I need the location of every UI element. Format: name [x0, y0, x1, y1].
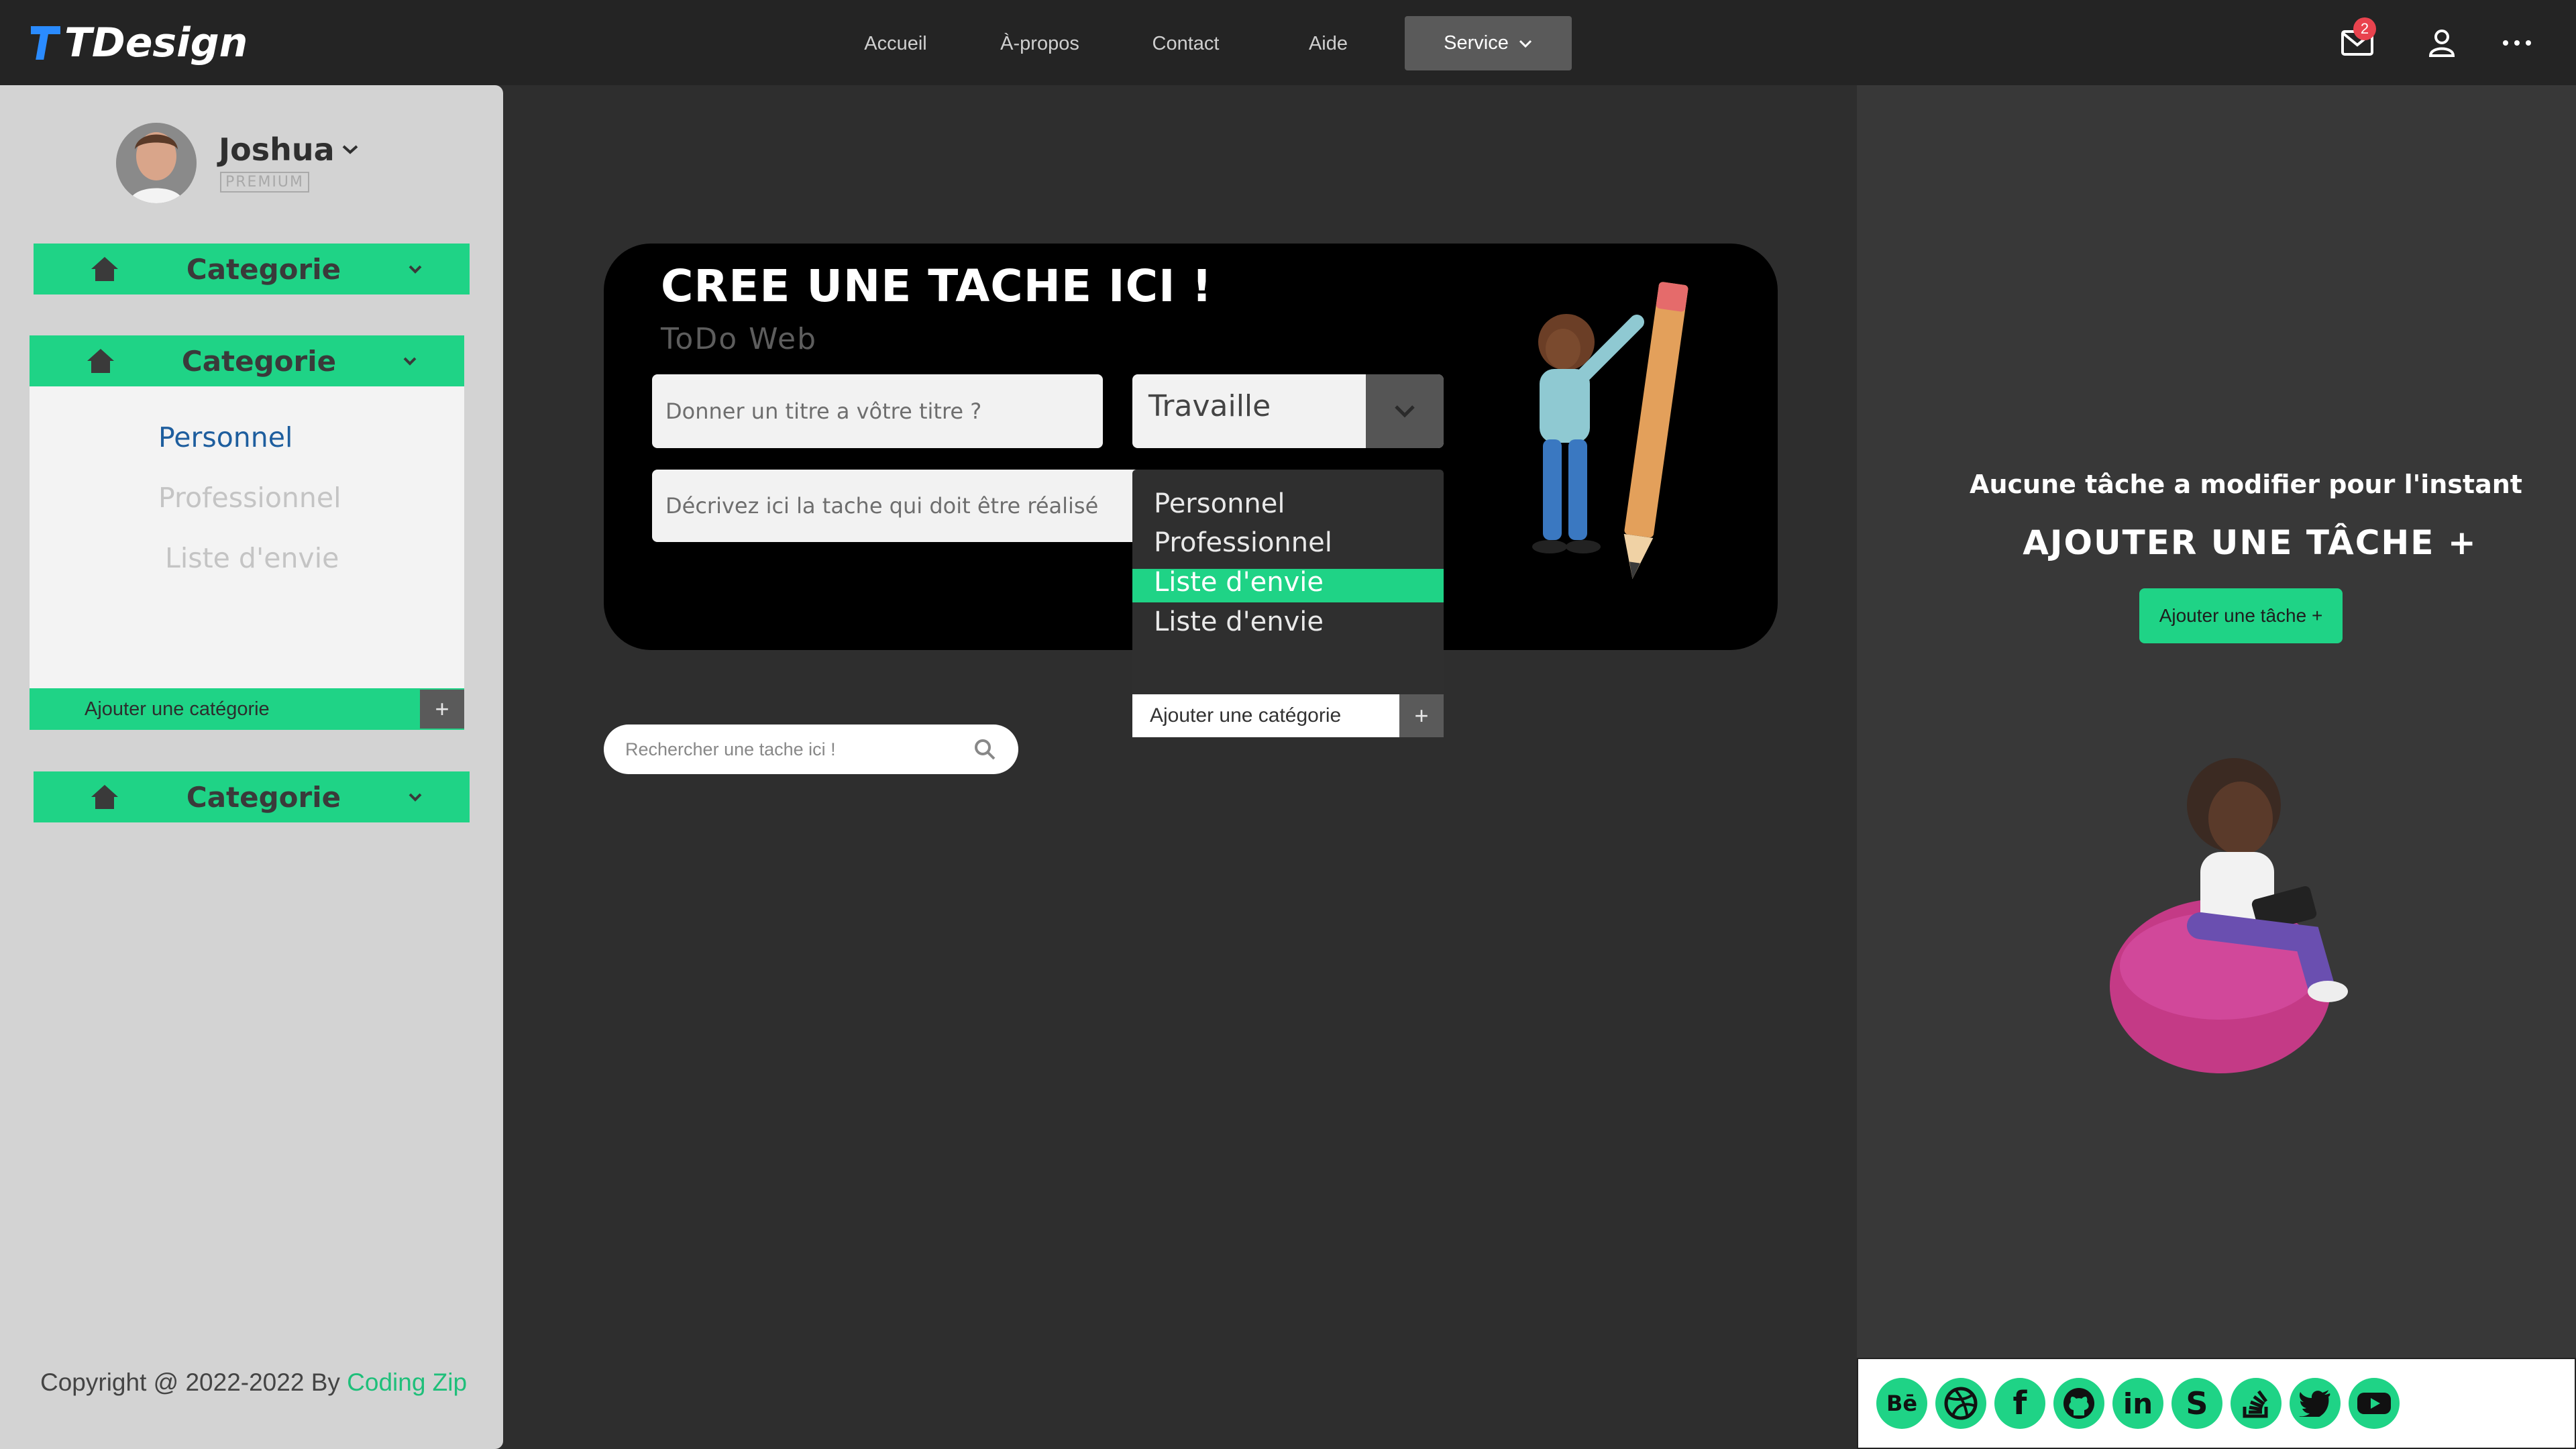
dropdown-add-category[interactable]: Ajouter une catégorie [1132, 694, 1444, 737]
beanbag-character-illustration [2110, 758, 2348, 1073]
author-link[interactable]: Coding Zip [347, 1368, 467, 1396]
stackoverflow-icon[interactable] [2231, 1378, 2282, 1429]
dropdown-option-personnel[interactable]: Personnel [1154, 488, 1285, 519]
category-option-personnel[interactable]: Personnel [158, 421, 292, 453]
right-panel [1857, 85, 2576, 1360]
facebook-icon[interactable]: f [1994, 1378, 2045, 1429]
dribbble-icon-graphic [1944, 1387, 1978, 1420]
home-icon [87, 349, 114, 373]
dribbble-icon[interactable] [1935, 1378, 1986, 1429]
behance-icon[interactable]: Bē [1876, 1378, 1927, 1429]
dropdown-option-liste-envie-selected[interactable]: Liste d'envie [1154, 567, 1324, 598]
github-icon-graphic [2063, 1388, 2094, 1419]
youtube-icon-graphic [2357, 1393, 2391, 1414]
stackoverflow-icon-graphic [2243, 1390, 2268, 1418]
chevron-down-icon [342, 145, 358, 154]
top-navbar [0, 0, 2576, 85]
category-dropdown-3[interactable]: Categorie [34, 771, 470, 822]
add-category-button[interactable]: Ajouter une catégorie [30, 688, 464, 730]
youtube-icon[interactable] [2349, 1378, 2400, 1429]
copyright: Copyright @ 2022-2022 By Coding Zip [40, 1368, 467, 1397]
skype-icon[interactable]: S [2171, 1378, 2222, 1429]
chevron-down-icon [409, 793, 422, 802]
category-select-value: Travaille [1148, 389, 1271, 423]
user-icon [2428, 30, 2455, 57]
linkedin-icon[interactable]: in [2112, 1378, 2163, 1429]
nav-accueil[interactable]: Accueil [852, 20, 939, 67]
task-search-placeholder: Rechercher une tache ici ! [625, 739, 836, 759]
dropdown-option-professionnel[interactable]: Professionnel [1154, 527, 1332, 558]
brand-logo[interactable]: TDesign [31, 19, 248, 67]
avatar[interactable] [116, 123, 197, 203]
category-label: Categorie [186, 780, 341, 814]
mail-button[interactable]: 2 [2337, 17, 2377, 63]
chevron-down-icon [1395, 405, 1415, 418]
add-category-label: Ajouter une catégorie [85, 698, 270, 720]
dropdown-add-plus-button[interactable]: + [1399, 694, 1444, 737]
category-label: Categorie [186, 252, 341, 286]
pencil-character-illustration [1532, 282, 1688, 580]
profile-button[interactable] [2422, 23, 2462, 63]
add-task-button[interactable]: Ajouter une tâche + [2139, 588, 2343, 643]
card-title: CREE UNE TACHE ICI ! [661, 260, 1213, 312]
home-icon [91, 785, 118, 809]
category-select-toggle[interactable] [1366, 374, 1444, 448]
nav-contact[interactable]: Contact [1140, 20, 1231, 67]
more-options-button[interactable] [2497, 23, 2537, 63]
chevron-down-icon [409, 265, 422, 274]
avatar-image [116, 123, 197, 203]
copyright-text: Copyright @ 2022-2022 By [40, 1368, 347, 1396]
add-category-plus-button[interactable]: + [420, 690, 464, 729]
task-description-placeholder: Décrivez ici la tache qui doit être réal… [665, 493, 1099, 519]
brand-name: TDesign [64, 19, 248, 66]
category-option-professionnel[interactable]: Professionnel [158, 482, 341, 514]
chevron-down-icon [1519, 40, 1532, 48]
empty-state-message: Aucune tâche a modifier pour l'instant [1970, 470, 2522, 499]
chevron-down-icon [403, 357, 417, 366]
nav-aide[interactable]: Aide [1295, 20, 1362, 67]
tdesign-logo-icon [31, 26, 60, 60]
github-icon[interactable] [2053, 1378, 2104, 1429]
home-icon [91, 257, 118, 281]
search-icon[interactable] [973, 737, 997, 761]
category-label: Categorie [181, 344, 337, 378]
task-description-input[interactable]: Décrivez ici la tache qui doit être réal… [652, 470, 1148, 542]
nav-service-label: Service [1444, 32, 1509, 54]
notification-badge: 2 [2353, 17, 2376, 40]
more-horizontal-icon [2503, 40, 2531, 46]
task-search-input[interactable]: Rechercher une tache ici ! [604, 724, 1018, 774]
task-title-input[interactable]: Donner un titre a vôtre titre ? [652, 374, 1103, 448]
category-option-liste-envie[interactable]: Liste d'envie [165, 542, 339, 574]
dropdown-option-liste-envie[interactable]: Liste d'envie [1154, 606, 1324, 637]
category-dropdown-1[interactable]: Categorie [34, 244, 470, 294]
add-task-heading: AJOUTER UNE TÂCHE + [2023, 523, 2477, 562]
card-subtitle: ToDo Web [661, 322, 818, 356]
user-menu[interactable]: Joshua [219, 131, 359, 168]
task-title-placeholder: Donner un titre a vôtre titre ? [665, 398, 982, 424]
category-dropdown-2[interactable]: Categorie [30, 335, 464, 386]
dropdown-add-label: Ajouter une catégorie [1150, 704, 1342, 727]
twitter-icon[interactable] [2290, 1378, 2341, 1429]
user-name: Joshua [219, 131, 335, 168]
twitter-icon-graphic [2299, 1390, 2330, 1417]
nav-service-dropdown[interactable]: Service [1405, 16, 1572, 70]
nav-a-propos[interactable]: À-propos [993, 20, 1087, 67]
premium-badge: PREMIUM [220, 172, 310, 193]
